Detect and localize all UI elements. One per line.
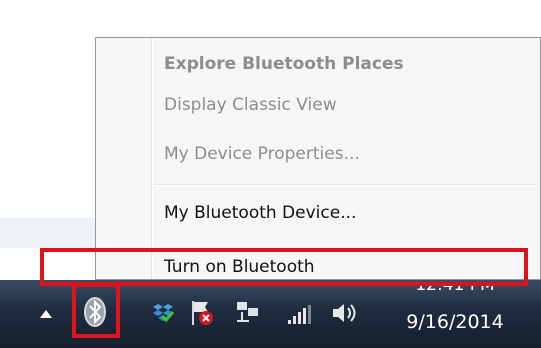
bluetooth-icon-highlight-box [72, 283, 120, 338]
clock-date[interactable]: 9/16/2014 [400, 311, 510, 333]
dropbox-icon[interactable] [150, 300, 176, 326]
volume-icon[interactable] [330, 300, 360, 326]
network-icon[interactable] [234, 298, 262, 326]
show-hidden-icons-arrow-icon[interactable] [40, 310, 52, 318]
menu-item-my-bluetooth-device[interactable]: My Bluetooth Device... [164, 199, 356, 227]
menu-item-turn-on-bluetooth[interactable]: Turn on Bluetooth [164, 253, 315, 281]
menu-item-explore-bluetooth-places[interactable]: Explore Bluetooth Places [164, 50, 404, 78]
signal-icon[interactable] [286, 304, 314, 326]
menu-item-display-classic-view[interactable]: Display Classic View [164, 91, 337, 119]
action-center-flag-icon[interactable] [188, 298, 216, 328]
bluetooth-context-menu: Explore Bluetooth Places Display Classic… [95, 37, 541, 280]
menu-item-turn-on-bluetooth-row[interactable]: Turn on Bluetooth [96, 245, 541, 280]
menu-icon-gutter [151, 38, 153, 279]
clock-time[interactable]: 12:41 PM [400, 282, 510, 298]
menu-separator [154, 184, 536, 186]
menu-item-my-device-properties[interactable]: My Device Properties... [164, 140, 360, 168]
